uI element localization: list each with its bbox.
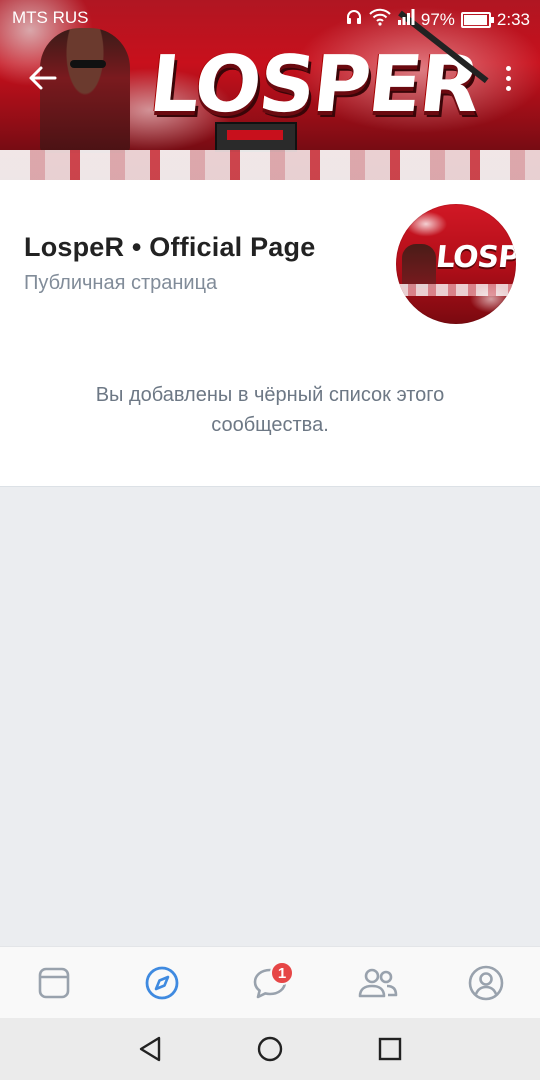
feed-icon: [38, 967, 70, 999]
avatar-logo: LOSPER: [434, 240, 516, 275]
tab-friends[interactable]: [348, 953, 408, 1013]
bottom-tab-bar: 1: [0, 946, 540, 1019]
circle-home-icon: [257, 1036, 283, 1062]
headphones-icon: [345, 8, 363, 31]
signal-icon: [397, 9, 415, 30]
nav-recents-button[interactable]: [370, 1029, 410, 1069]
dot-icon: [505, 85, 511, 91]
friends-icon: [358, 968, 398, 998]
clock: 2:33: [496, 9, 530, 29]
tab-profile[interactable]: [456, 953, 516, 1013]
back-button[interactable]: [22, 58, 62, 98]
community-avatar[interactable]: LOSPER: [396, 204, 516, 324]
explore-icon: [145, 966, 179, 1000]
nav-home-button[interactable]: [250, 1029, 290, 1069]
status-bar: MTS RUS 97% 2:33: [0, 0, 540, 36]
community-header: LospeR • Official Page Публичная страниц…: [0, 180, 540, 487]
wifi-icon: [369, 8, 391, 31]
nav-back-button[interactable]: [130, 1029, 170, 1069]
carrier-label: MTS RUS: [12, 8, 89, 27]
battery-percent: 97%: [420, 9, 455, 29]
arrow-left-icon: [29, 66, 57, 90]
square-recents-icon: [378, 1037, 402, 1061]
battery-icon: [460, 11, 494, 28]
profile-icon: [468, 965, 504, 1001]
tab-messages[interactable]: 1: [240, 953, 300, 1013]
community-name: LospeR • Official Page: [24, 232, 316, 262]
dot-icon: [505, 75, 511, 81]
cover-plate: [215, 122, 297, 152]
community-type: Публичная страница: [24, 272, 218, 294]
more-options-button[interactable]: [498, 60, 518, 96]
tab-explore[interactable]: [132, 953, 192, 1013]
unread-badge: 1: [270, 961, 294, 985]
system-nav-bar: [0, 1018, 540, 1080]
cover-logo: LOSPER: [145, 40, 483, 130]
cover-stripe: [0, 150, 540, 180]
blacklist-notice: Вы добавлены в чёрный список этого сообщ…: [95, 384, 445, 436]
dot-icon: [505, 65, 511, 71]
triangle-back-icon: [139, 1036, 161, 1062]
tab-feed[interactable]: [24, 953, 84, 1013]
